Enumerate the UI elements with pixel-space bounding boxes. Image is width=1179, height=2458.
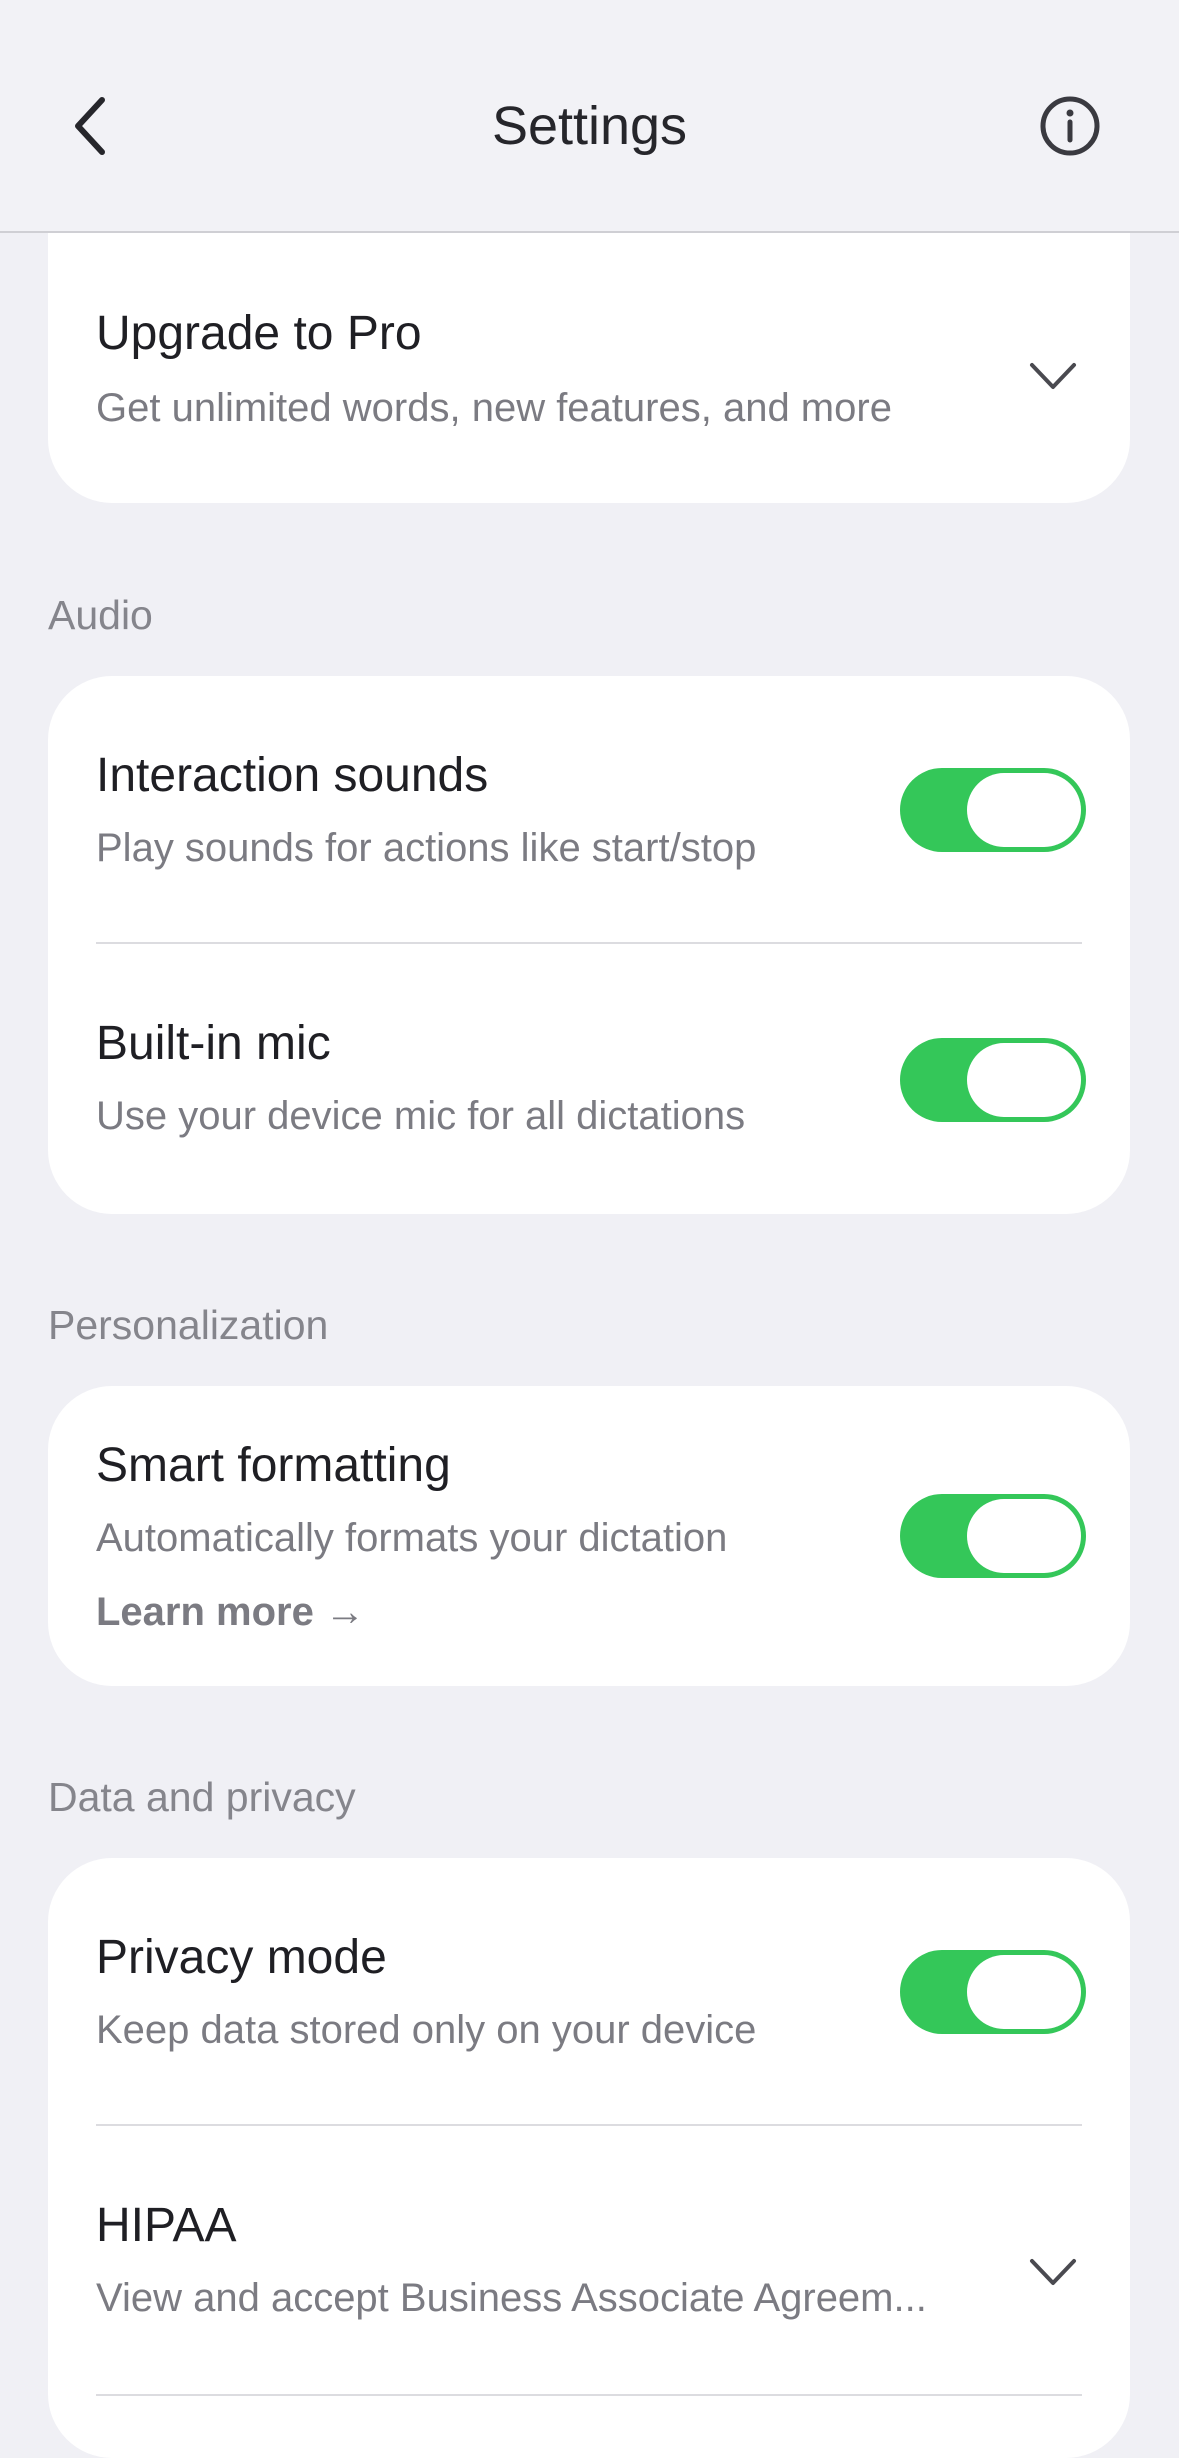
smart-formatting-title: Smart formatting xyxy=(96,1439,451,1492)
interaction-sounds-row: Interaction sounds Play sounds for actio… xyxy=(48,676,1130,944)
section-label-audio: Audio xyxy=(48,592,153,638)
chevron-down-icon xyxy=(1030,363,1076,389)
chevron-down-icon xyxy=(1030,2259,1076,2285)
page-title: Settings xyxy=(491,96,688,156)
builtin-mic-toggle[interactable] xyxy=(900,1038,1086,1122)
info-circle-icon xyxy=(1040,96,1100,156)
privacy-mode-toggle[interactable] xyxy=(900,1950,1086,2034)
toggle-knob xyxy=(967,773,1081,847)
learn-more-link[interactable]: Learn more → xyxy=(96,1590,365,1635)
hipaa-description: View and accept Business Associate Agree… xyxy=(96,2276,927,2320)
section-label-data-privacy: Data and privacy xyxy=(48,1774,356,1820)
section-label-personalization: Personalization xyxy=(48,1302,329,1348)
upgrade-expand-button[interactable] xyxy=(1023,356,1083,396)
interaction-sounds-title: Interaction sounds xyxy=(96,749,489,802)
privacy-mode-title: Privacy mode xyxy=(96,1931,387,1984)
smart-formatting-row: Smart formatting Automatically formats y… xyxy=(48,1386,1130,1686)
privacy-mode-row: Privacy mode Keep data stored only on yo… xyxy=(48,1858,1130,2126)
privacy-card: Privacy mode Keep data stored only on yo… xyxy=(48,1858,1130,2458)
hipaa-expand-button[interactable] xyxy=(1023,2252,1083,2292)
builtin-mic-row: Built-in mic Use your device mic for all… xyxy=(48,944,1130,1214)
upgrade-description: Get unlimited words, new features, and m… xyxy=(96,386,892,430)
hipaa-row[interactable]: HIPAA View and accept Business Associate… xyxy=(48,2126,1130,2396)
interaction-sounds-description: Play sounds for actions like start/stop xyxy=(96,826,757,870)
hipaa-title: HIPAA xyxy=(96,2199,237,2252)
builtin-mic-title: Built-in mic xyxy=(96,1017,331,1070)
upgrade-title: Upgrade to Pro xyxy=(96,307,422,360)
smart-formatting-toggle[interactable] xyxy=(900,1494,1086,1578)
toggle-knob xyxy=(967,1955,1081,2029)
personalization-card: Smart formatting Automatically formats y… xyxy=(48,1386,1130,1686)
builtin-mic-description: Use your device mic for all dictations xyxy=(96,1094,746,1138)
audio-card: Interaction sounds Play sounds for actio… xyxy=(48,676,1130,1214)
navigation-header: Settings xyxy=(0,0,1179,233)
smart-formatting-description: Automatically formats your dictation xyxy=(96,1516,728,1560)
toggle-knob xyxy=(967,1499,1081,1573)
toggle-knob xyxy=(967,1043,1081,1117)
privacy-mode-description: Keep data stored only on your device xyxy=(96,2008,757,2052)
info-button[interactable] xyxy=(1038,94,1102,158)
interaction-sounds-toggle[interactable] xyxy=(900,768,1086,852)
